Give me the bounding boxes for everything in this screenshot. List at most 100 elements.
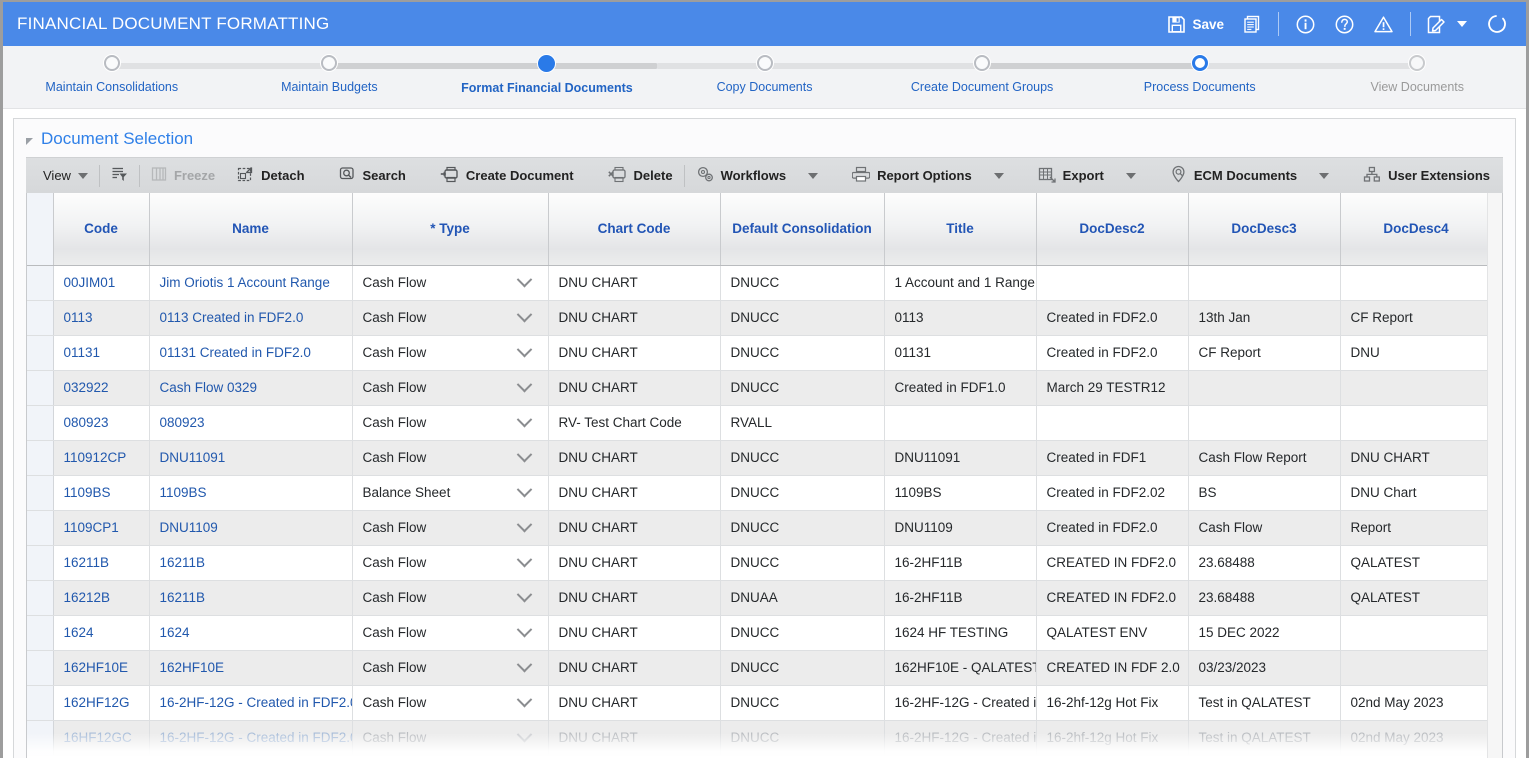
cell-default-consolidation[interactable]: DNUCC bbox=[720, 265, 885, 301]
cell-docdesc3[interactable]: 23.68488 bbox=[1188, 545, 1341, 581]
info-button[interactable] bbox=[1286, 2, 1325, 46]
cell-docdesc4[interactable] bbox=[1340, 615, 1493, 651]
table-row[interactable]: 162HF12G 16-2HF-12G - Created in FDF2.0 Ca… bbox=[27, 685, 1502, 721]
delete-button[interactable]: Delete bbox=[597, 158, 684, 193]
cell-chart-code[interactable]: DNU CHART bbox=[548, 440, 721, 476]
cell-name[interactable]: 16211B bbox=[149, 580, 353, 616]
cell-code[interactable]: 080923 bbox=[53, 405, 150, 441]
panel-title[interactable]: Document Selection bbox=[41, 129, 193, 149]
cell-type-select[interactable]: Cash Flow bbox=[352, 650, 549, 686]
cell-name[interactable]: DNU1109 bbox=[149, 510, 353, 546]
collapse-triangle-icon[interactable] bbox=[26, 137, 33, 145]
cell-default-consolidation[interactable]: RVALL bbox=[720, 405, 885, 441]
table-row[interactable]: 1624 1624 Cash Flow DNU CHART DNUCC 1624 HF T… bbox=[27, 615, 1502, 651]
cell-chart-code[interactable]: DNU CHART bbox=[548, 580, 721, 616]
cell-chart-code[interactable]: DNU CHART bbox=[548, 685, 721, 721]
column-header-default-consolidation[interactable]: Default Consolidation bbox=[720, 193, 885, 266]
warning-button[interactable] bbox=[1364, 2, 1403, 46]
cell-code[interactable]: 1624 bbox=[53, 615, 150, 651]
cell-docdesc2[interactable] bbox=[1036, 405, 1189, 441]
help-button[interactable] bbox=[1325, 2, 1364, 46]
detach-button[interactable]: Detach bbox=[226, 158, 315, 193]
cell-default-consolidation[interactable]: DNUCC bbox=[720, 650, 885, 686]
row-selector-cell[interactable] bbox=[27, 545, 54, 581]
row-selector-cell[interactable] bbox=[27, 300, 54, 336]
name-link[interactable]: 162HF10E bbox=[160, 660, 225, 675]
cell-default-consolidation[interactable]: DNUCC bbox=[720, 510, 885, 546]
table-row[interactable]: 080923 080923 Cash Flow RV- Test Chart Code… bbox=[27, 405, 1502, 441]
row-selector-cell[interactable] bbox=[27, 650, 54, 686]
column-header-title[interactable]: Title bbox=[884, 193, 1037, 266]
column-header-chart-code[interactable]: Chart Code bbox=[548, 193, 721, 266]
ecm-documents-dropdown-button[interactable] bbox=[1308, 158, 1340, 193]
cell-docdesc2[interactable]: Created in FDF2.02 bbox=[1036, 475, 1189, 511]
column-header-code[interactable]: Code bbox=[53, 193, 150, 266]
cell-chart-code[interactable]: DNU CHART bbox=[548, 650, 721, 686]
cell-title[interactable] bbox=[884, 405, 1037, 441]
name-link[interactable]: 0113 Created in FDF2.0 bbox=[160, 310, 304, 325]
train-step-process-documents[interactable]: Process Documents bbox=[1091, 46, 1309, 94]
name-link[interactable]: 080923 bbox=[160, 415, 205, 430]
cell-docdesc2[interactable]: 16-2hf-12g Hot Fix bbox=[1036, 720, 1189, 756]
cell-docdesc3[interactable]: BS bbox=[1188, 475, 1341, 511]
name-link[interactable]: DNU1109 bbox=[160, 520, 218, 535]
cell-docdesc4[interactable] bbox=[1340, 370, 1493, 406]
cell-type-select[interactable]: Cash Flow bbox=[352, 580, 549, 616]
name-link[interactable]: Cash Flow 0329 bbox=[160, 380, 258, 395]
name-link[interactable]: 16211B bbox=[160, 555, 206, 570]
table-row[interactable]: 162HF10E 162HF10E Cash Flow DNU CHART DNUCC 1… bbox=[27, 650, 1502, 686]
column-header-docdesc2[interactable]: DocDesc2 bbox=[1036, 193, 1189, 266]
edit-document-dropdown-caret[interactable] bbox=[1457, 21, 1467, 27]
cell-title[interactable]: DNU11091 bbox=[884, 440, 1037, 476]
code-link[interactable]: 16HF12GC bbox=[64, 730, 132, 745]
cell-docdesc4[interactable]: CF Report bbox=[1340, 300, 1493, 336]
cell-docdesc4[interactable] bbox=[1340, 265, 1493, 301]
cell-docdesc3[interactable]: 03/23/2023 bbox=[1188, 650, 1341, 686]
table-row[interactable]: 1109CP1 DNU1109 Cash Flow DNU CHART DNUCC DNU… bbox=[27, 510, 1502, 546]
cell-chart-code[interactable]: DNU CHART bbox=[548, 615, 721, 651]
ecm-documents-button[interactable]: ECM Documents bbox=[1159, 158, 1308, 193]
cell-name[interactable]: Cash Flow 0329 bbox=[149, 370, 353, 406]
row-selector-cell[interactable] bbox=[27, 685, 54, 721]
report-options-button[interactable]: Report Options bbox=[841, 158, 983, 193]
cell-chart-code[interactable]: DNU CHART bbox=[548, 300, 721, 336]
export-dropdown-button[interactable] bbox=[1115, 158, 1147, 193]
name-link[interactable]: 1109BS bbox=[160, 485, 207, 500]
row-selector-cell[interactable] bbox=[27, 405, 54, 441]
table-row[interactable]: 00JIM01 Jim Oriotis 1 Account Range Cash F… bbox=[27, 265, 1502, 301]
cell-code[interactable]: 01131 bbox=[53, 335, 150, 371]
cell-code[interactable]: 032922 bbox=[53, 370, 150, 406]
row-selector-cell[interactable] bbox=[27, 370, 54, 406]
cell-code[interactable]: 162HF10E bbox=[53, 650, 150, 686]
cell-default-consolidation[interactable]: DNUCC bbox=[720, 300, 885, 336]
cell-docdesc2[interactable]: Created in FDF2.0 bbox=[1036, 335, 1189, 371]
cell-docdesc2[interactable]: 16-2hf-12g Hot Fix bbox=[1036, 685, 1189, 721]
cell-code[interactable]: 162HF12G bbox=[53, 685, 150, 721]
cell-title[interactable]: DNU1109 bbox=[884, 510, 1037, 546]
cell-code[interactable]: 16HF12GC bbox=[53, 720, 150, 756]
cell-docdesc3[interactable]: 23.68488 bbox=[1188, 580, 1341, 616]
cell-docdesc4[interactable]: DNU CHART bbox=[1340, 440, 1493, 476]
cell-docdesc2[interactable]: CREATED IN FDF2.0 bbox=[1036, 545, 1189, 581]
cell-docdesc2[interactable]: QALATEST ENV bbox=[1036, 615, 1189, 651]
row-selector-cell[interactable] bbox=[27, 510, 54, 546]
cell-title[interactable]: 16-2HF-12G - Created i… bbox=[884, 685, 1037, 721]
column-header-docdesc3[interactable]: DocDesc3 bbox=[1188, 193, 1341, 266]
code-link[interactable]: 00JIM01 bbox=[64, 275, 116, 290]
name-link[interactable]: 16211B bbox=[160, 590, 206, 605]
train-step-maintain-consolidations[interactable]: Maintain Consolidations bbox=[3, 46, 221, 94]
cell-default-consolidation[interactable]: DNUCC bbox=[720, 440, 885, 476]
table-row[interactable]: 16HF12GC 16-2HF-12G - Created in FDF2.0 Ca… bbox=[27, 720, 1502, 756]
cell-type-select[interactable]: Cash Flow bbox=[352, 685, 549, 721]
cell-name[interactable]: DNU11091 bbox=[149, 440, 353, 476]
cell-docdesc4[interactable] bbox=[1340, 650, 1493, 686]
cell-docdesc3[interactable]: CF Report bbox=[1188, 335, 1341, 371]
row-selector-cell[interactable] bbox=[27, 335, 54, 371]
cell-chart-code[interactable]: RV- Test Chart Code bbox=[548, 405, 721, 441]
cell-code[interactable]: 110912CP bbox=[53, 440, 150, 476]
cell-default-consolidation[interactable]: DNUCC bbox=[720, 720, 885, 756]
cell-type-select[interactable]: Balance Sheet bbox=[352, 475, 549, 511]
code-link[interactable]: 110912CP bbox=[64, 450, 127, 465]
cell-docdesc3[interactable]: Test in QALATEST bbox=[1188, 685, 1341, 721]
cell-title[interactable]: 1 Account and 1 Range… bbox=[884, 265, 1037, 301]
